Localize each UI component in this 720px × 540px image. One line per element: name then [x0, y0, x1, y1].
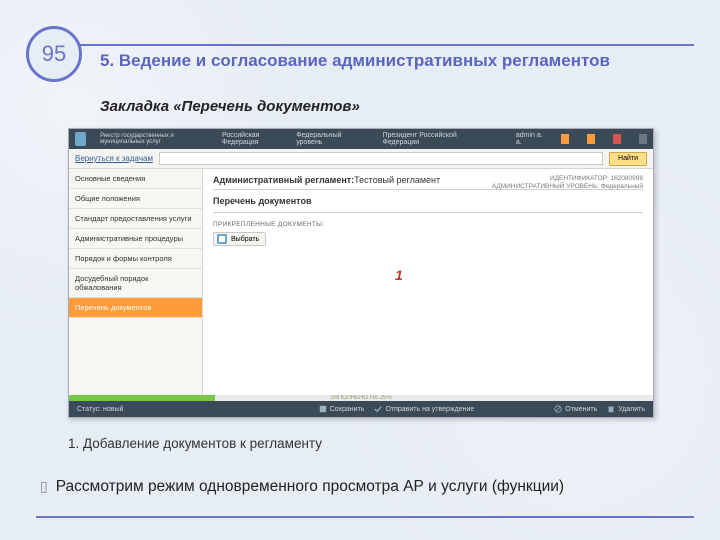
delete-button-label: Удалить [618, 406, 645, 413]
choose-file-label: Выбрать [231, 236, 259, 243]
crumb-prefix: Административный регламент: [213, 175, 354, 185]
file-icon [217, 234, 227, 244]
save-icon [319, 405, 327, 413]
top-rule [36, 44, 694, 46]
slide-number: 95 [42, 41, 66, 67]
slide-number-badge: 95 [26, 26, 82, 82]
sidebar-item-0[interactable]: Основные сведения [69, 169, 202, 189]
save-button[interactable]: Сохранить [319, 405, 365, 413]
callout-1: 1 [395, 267, 403, 283]
sidebar-item-6[interactable]: Перечень документов [69, 298, 202, 318]
app-logo-text: Реестр государственных и муниципальных у… [100, 133, 208, 145]
trash-icon [607, 405, 615, 413]
meta-block: ИДЕНТИФИКАТОР: 162080998 АДМИНИСТРАТИВНЫ… [492, 175, 643, 192]
back-link[interactable]: Вернуться к задачам [75, 154, 153, 163]
app-screenshot: Реестр государственных и муниципальных у… [68, 128, 654, 418]
sidebar-item-3[interactable]: Административные процедуры [69, 229, 202, 249]
attach-label: ПРИКРЕПЛЕННЫЕ ДОКУМЕНТЫ: [203, 215, 653, 230]
cancel-button-label: Отменить [565, 406, 597, 413]
delete-button[interactable]: Удалить [607, 405, 645, 413]
status-bar: Статус: новый Сохранить Отправить на утв… [69, 401, 653, 417]
bullet-text: Рассмотрим режим одновременного просмотр… [56, 478, 564, 495]
crumb-name: Тестовый регламент [354, 175, 440, 185]
bullet-icon: ▯ [40, 478, 48, 494]
caption-1: 1. Добавление документов к регламенту [68, 436, 322, 451]
choose-file-button[interactable]: Выбрать [213, 232, 266, 246]
sidebar-item-5[interactable]: Досудебный порядок обжалования [69, 269, 202, 298]
user-label: admin a. a. [516, 132, 543, 146]
main-panel: ИДЕНТИФИКАТОР: 162080998 АДМИНИСТРАТИВНЫ… [203, 169, 653, 395]
sidebar-item-4[interactable]: Порядок и формы контроля [69, 249, 202, 269]
cancel-icon [554, 405, 562, 413]
bottom-rule [36, 516, 694, 518]
app-logo-icon [75, 132, 86, 146]
topbar-button-2[interactable] [587, 134, 595, 144]
region-label: Российская Федерация [222, 132, 282, 146]
save-button-label: Сохранить [330, 406, 365, 413]
topbar-button-4[interactable] [639, 134, 647, 144]
sidebar-item-2[interactable]: Стандарт предоставления услуги [69, 209, 202, 229]
search-input[interactable] [159, 152, 603, 165]
check-icon [374, 405, 382, 413]
section-title: Перечень документов [203, 192, 653, 210]
topbar-button-3[interactable] [613, 134, 621, 144]
app-topbar: Реестр государственных и муниципальных у… [69, 129, 653, 149]
bullet-line: ▯ Рассмотрим режим одновременного просмот… [40, 478, 690, 496]
slide-title: 5. Ведение и согласование административн… [100, 50, 690, 71]
cancel-button[interactable]: Отменить [554, 405, 597, 413]
topbar-button-1[interactable] [561, 134, 569, 144]
submit-button[interactable]: Отправить на утверждение [374, 405, 474, 413]
president-label: Президент Российской Федерации [383, 132, 472, 146]
sidebar-item-1[interactable]: Общие положения [69, 189, 202, 209]
slide-subtitle: Закладка «Перечень документов» [100, 98, 360, 115]
status-label: Статус: новый [77, 406, 123, 413]
search-bar: Вернуться к задачам Найти [69, 149, 653, 169]
find-button[interactable]: Найти [609, 152, 647, 166]
level-label: Федеральный уровень [296, 132, 354, 146]
meta-level: АДМИНИСТРАТИВНЫЙ УРОВЕНЬ: Федеральный [492, 183, 643, 191]
divider-2 [213, 212, 643, 213]
sidebar: Основные сведения Общие положения Станда… [69, 169, 203, 395]
submit-button-label: Отправить на утверждение [385, 406, 474, 413]
